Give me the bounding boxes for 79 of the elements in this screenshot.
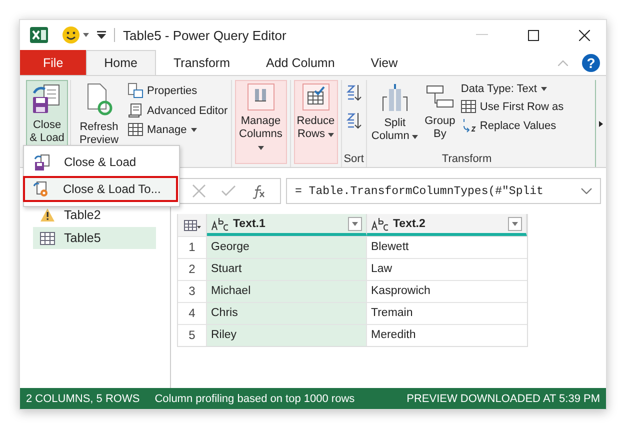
ribbon-command[interactable]: Properties [127,82,229,99]
text-type-icon [211,216,229,230]
table-cell: Tremain [366,303,526,324]
save-load-icon [32,83,62,115]
table-check-icon [302,83,330,111]
sort-descending-icon[interactable] [346,112,362,130]
ribbon-tab[interactable]: Add Column [248,50,353,75]
ribbon-tab[interactable]: Home [86,50,156,75]
table-cell: Chris [206,303,366,324]
reduce-rows-button[interactable]: Reduce Rows [294,80,338,164]
table-cell: Law [366,259,526,280]
ribbon-tab[interactable]: Transform [156,50,248,75]
table-cell: Riley [206,325,366,346]
table-cell: Meredith [366,325,526,346]
ribbon-command[interactable]: Manage [127,122,229,137]
table-icon [128,123,143,136]
group-by-button[interactable]: Group By [420,80,459,151]
table-icon [460,100,476,113]
checkmark-icon[interactable] [220,185,236,197]
formula-field[interactable]: = Table.TransformColumnTypes(#"Split [286,178,601,204]
replace-arrow-icon [460,118,476,133]
table-cell: Kasprowich [366,281,526,302]
ribbon-command[interactable]: Replace Values [460,117,565,134]
warning-icon [40,208,55,222]
caret-icon [328,133,334,137]
close-icon[interactable] [579,30,590,40]
row-number: 4 [188,305,196,322]
customize-toolbar-icon[interactable] [97,31,106,39]
column-header[interactable]: Text.1 [207,214,367,236]
ribbon-tab[interactable]: File [20,50,86,75]
status-text: PREVIEW DOWNLOADED AT 5:39 PM [406,392,600,404]
status-text: Column profiling based on top 1000 rows [154,392,355,404]
column-header[interactable]: Text.2 [367,214,527,236]
table-icon [40,232,55,244]
help-button[interactable]: ? [582,54,600,72]
query-item[interactable]: Table5 [33,227,156,249]
row-number: 5 [188,327,196,344]
document-gear-icon [33,180,49,198]
table-cell: Blewett [366,237,526,258]
row-number: 2 [188,261,196,278]
chevron-down-icon[interactable] [581,188,592,194]
filter-dropdown-button[interactable] [508,216,522,230]
function-icon[interactable] [251,184,266,198]
table-icon [184,220,200,230]
manage-columns-button[interactable]: Manage Columns [234,80,287,164]
caret-icon [512,222,518,226]
ribbon-tab[interactable]: View [352,50,416,75]
ribbon-command[interactable]: Use First Row as [460,99,565,114]
ribbon-command[interactable]: Data Type: Text [460,82,565,96]
filter-dropdown-button[interactable] [348,216,362,230]
maximize-icon[interactable] [528,30,539,40]
caret-icon [258,146,264,150]
ribbon-command[interactable]: Advanced Editor [127,102,229,119]
split-column-button[interactable]: Split Column [368,80,421,151]
smiley-icon[interactable] [62,26,80,44]
text-type-icon [371,216,389,230]
group-label: Sort [344,153,364,165]
scroll-right-icon [599,120,603,126]
save-load-icon [34,154,50,170]
table-cell: Stuart [206,259,366,280]
sort-ascending-icon[interactable] [346,84,362,102]
columns-icon [246,83,275,111]
caret-icon[interactable] [83,33,89,37]
row-number: 3 [188,283,196,300]
table-cell: George [206,237,366,258]
properties-icon [128,83,143,98]
group-label: Transform [442,153,492,165]
caret-icon [412,135,418,139]
document-refresh-icon [85,83,113,117]
scroll-document-icon [128,103,143,118]
caret-icon [352,222,358,226]
menu-item[interactable]: Close & Load To... [23,176,178,202]
status-text: 2 COLUMNS, 5 ROWS [26,392,140,404]
spreadsheet-logo-icon [30,27,48,43]
row-number: 1 [188,239,196,256]
window-title: Table5 - Power Query Editor [123,28,286,42]
query-item[interactable]: Table2 [33,204,156,226]
split-columns-icon [380,83,410,113]
table-cell: Michael [206,281,366,302]
